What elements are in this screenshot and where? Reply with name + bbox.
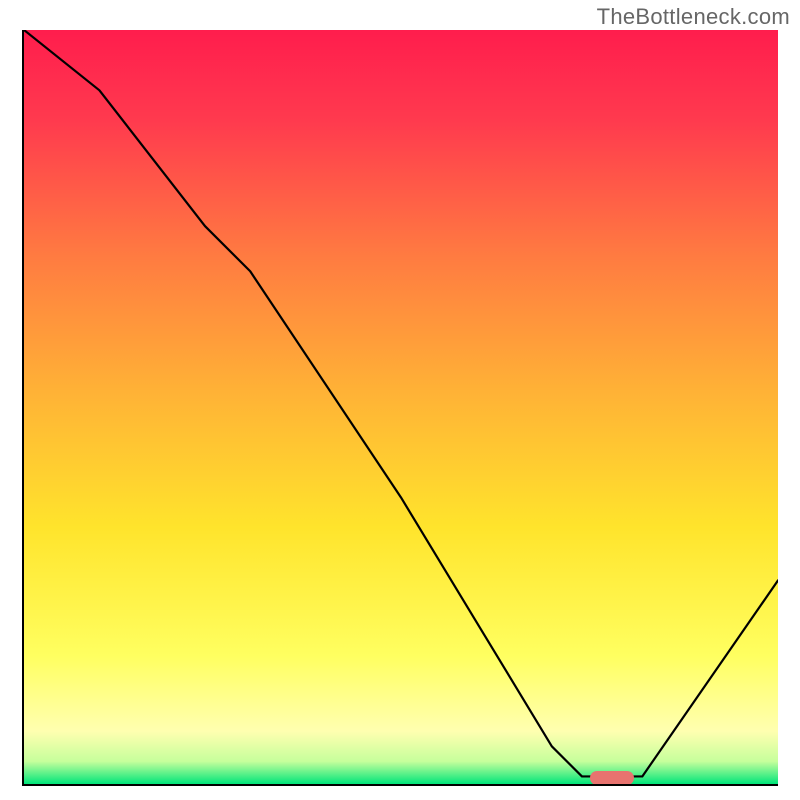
curve-svg [24, 30, 778, 784]
chart-container: TheBottleneck.com [0, 0, 800, 800]
optimal-marker [590, 771, 634, 785]
plot-area [22, 30, 778, 786]
watermark-text: TheBottleneck.com [597, 4, 790, 30]
bottleneck-curve [24, 30, 778, 776]
